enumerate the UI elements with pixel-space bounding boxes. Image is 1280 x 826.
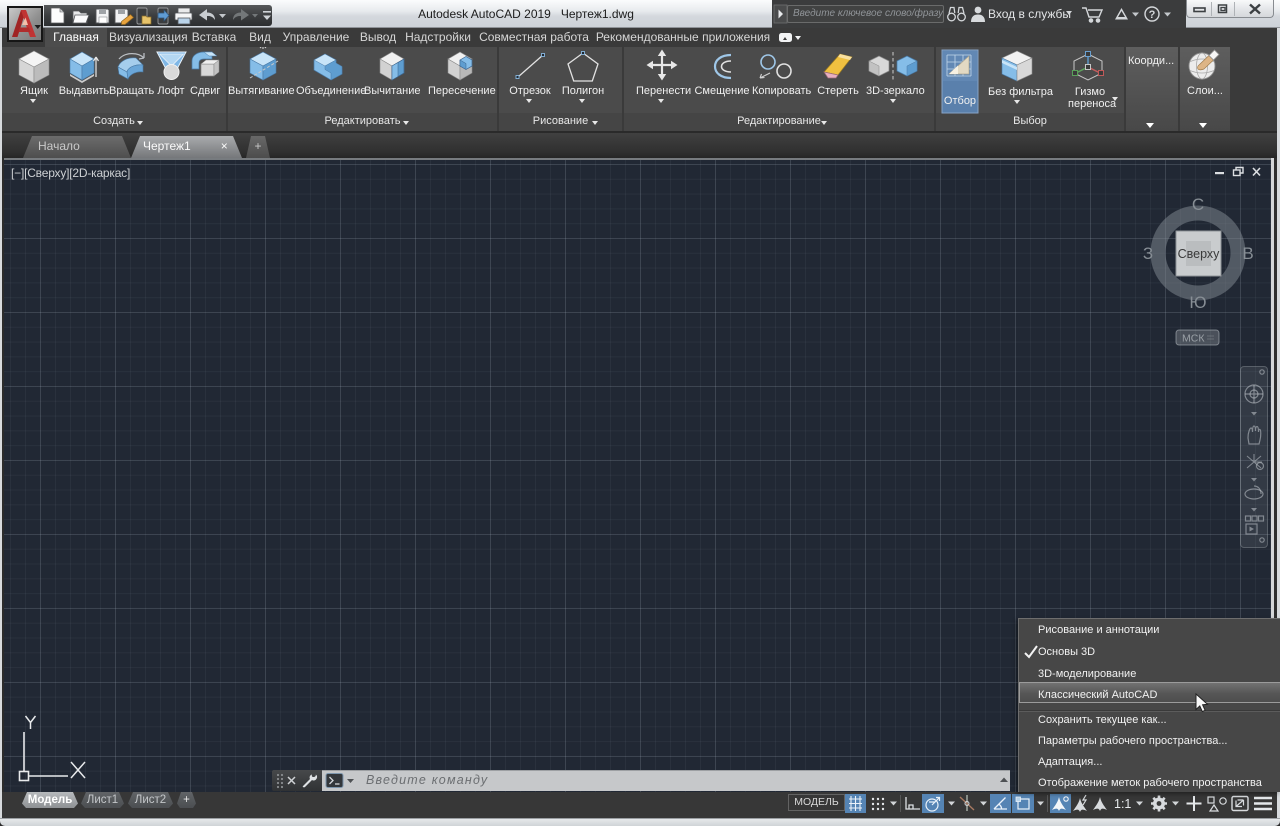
svg-text:З: З — [1143, 244, 1153, 263]
svg-text:С: С — [1192, 195, 1204, 214]
svg-text:Ю: Ю — [1189, 293, 1206, 312]
svg-text:Сверху: Сверху — [1178, 247, 1221, 261]
svg-text:1:1: 1:1 — [1114, 797, 1131, 811]
svg-text:МСК: МСК — [1182, 333, 1205, 345]
svg-text:В: В — [1242, 244, 1253, 263]
svg-text:?: ? — [1149, 9, 1156, 21]
